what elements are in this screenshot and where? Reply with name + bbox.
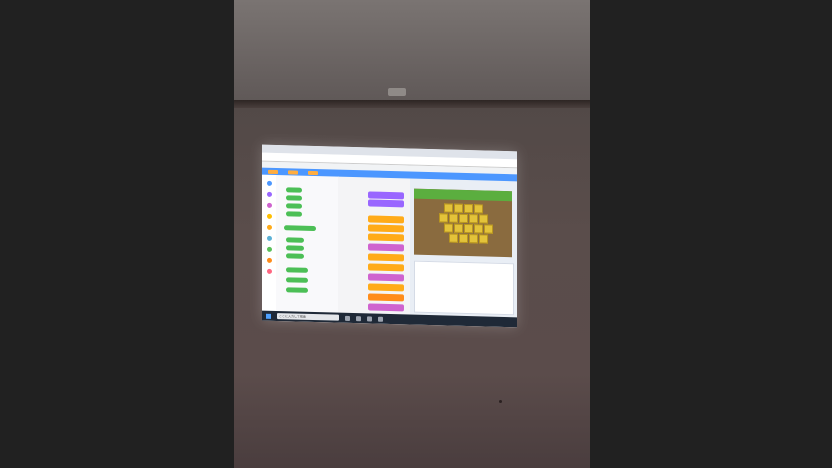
code-block [368,263,404,272]
stage-tile [464,223,473,234]
stage [414,188,512,258]
code-block [368,253,404,262]
category-palette [262,174,277,312]
category-dot [266,268,272,274]
right-letterbox [590,0,832,468]
stage-tile [464,203,473,214]
code-block [368,243,404,252]
left-letterbox [0,0,234,468]
code-block [368,233,404,242]
windows-logo-icon [266,313,271,319]
stage-tile [454,223,463,233]
ceiling [234,0,590,100]
category-dot [266,180,272,186]
block [286,203,302,209]
stage-tile [444,203,453,213]
stage-tile [474,204,483,214]
stage-tile [449,213,458,223]
stage-tile [444,223,453,233]
category-dot [266,202,272,208]
stage-area [410,178,517,318]
code-block [368,303,404,312]
menu-chip [268,169,278,175]
stage-tile [469,234,478,244]
block [286,237,304,243]
block [286,211,302,217]
code-block [368,283,404,292]
code-area [338,176,410,315]
stage-tile [449,233,458,243]
sprite-pane [414,260,514,316]
menu-chip [288,170,298,175]
code-block [368,191,404,200]
block [286,287,308,293]
code-block [368,273,404,282]
block [286,253,304,259]
photo-of-projected-screen: ここに入力して検索 [234,0,590,468]
block [286,245,304,251]
ceiling-fixture [388,88,406,96]
taskbar-app-icon [356,315,361,321]
category-dot [266,213,272,219]
block [286,277,308,283]
category-dot [266,224,272,230]
menu-chip [308,170,318,176]
block [286,187,302,193]
stage-tile [479,214,488,224]
category-dot [266,246,272,252]
taskbar-app-icon [367,315,372,322]
taskbar-app-icon [378,316,383,322]
code-block [368,293,404,302]
stage-tile [484,224,493,234]
category-dot [266,235,272,241]
stage-tile [439,213,448,223]
ceiling-edge [234,100,590,108]
stage-tile [479,234,488,244]
category-dot [266,257,272,263]
category-dot [266,191,272,197]
scratch-editor [262,174,517,318]
stage-tile [454,203,463,213]
code-block [368,224,404,233]
code-block [368,199,404,208]
block-palette [276,175,339,313]
stage-tile [459,213,468,224]
stage-tile [474,224,483,234]
taskbar-search: ここに入力して検索 [277,313,339,321]
block [286,267,308,273]
taskbar-app-icon [345,315,350,321]
stage-tile [469,214,478,224]
stage-tile [459,233,468,244]
stage-grass [414,188,512,202]
code-block [368,215,404,224]
wall-mark [499,400,502,403]
block [286,195,302,201]
projected-desktop: ここに入力して検索 [262,144,517,328]
block [284,225,316,232]
